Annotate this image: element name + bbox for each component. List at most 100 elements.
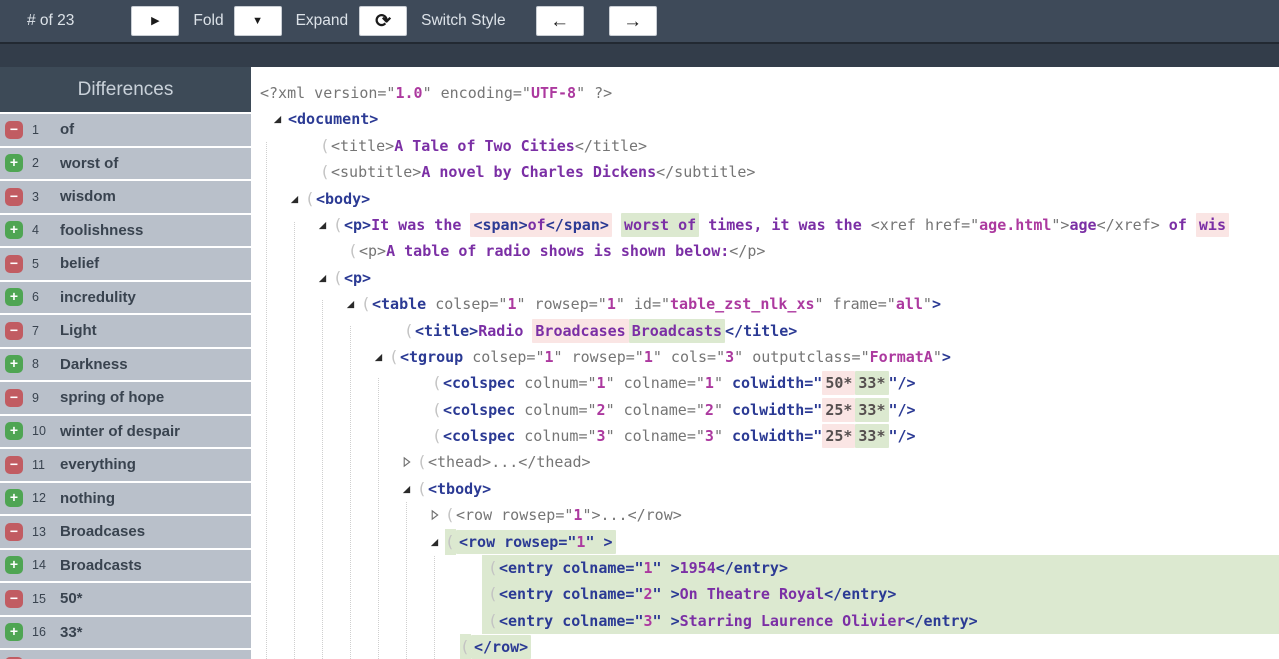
diff-item[interactable]: +2 worst of bbox=[0, 147, 251, 179]
added-text-highlight: 33* bbox=[855, 397, 889, 422]
diff-number: 15 bbox=[32, 591, 46, 606]
fold-button[interactable]: ▶ bbox=[131, 6, 180, 36]
fold-region-mark: ( bbox=[361, 294, 371, 314]
deletion-icon: − bbox=[5, 589, 23, 608]
diff-label: 50* bbox=[60, 590, 83, 608]
code-line: (<thead>...</thead> bbox=[258, 449, 1279, 475]
diff-number: 1 bbox=[32, 122, 39, 137]
diff-item[interactable]: −13 Broadcases bbox=[0, 516, 251, 548]
diff-item[interactable]: +6 incredulity bbox=[0, 281, 251, 313]
collapse-toggle-icon[interactable] bbox=[289, 186, 305, 212]
collapse-toggle-icon[interactable] bbox=[317, 265, 333, 291]
fold-region-mark: ( bbox=[488, 610, 498, 630]
addition-icon: + bbox=[5, 355, 23, 374]
fold-region-mark: ( bbox=[320, 135, 330, 155]
code-line: (<tbody> bbox=[258, 476, 1279, 502]
diff-item[interactable]: +4 foolishness bbox=[0, 214, 251, 246]
deleted-text-highlight: 25* bbox=[822, 397, 856, 422]
diff-item[interactable]: −9 spring of hope bbox=[0, 382, 251, 414]
code-line: (<colspec colnum="3" colname="3" colwidt… bbox=[258, 423, 1279, 449]
fold-region-mark: ( bbox=[460, 634, 471, 659]
diff-item[interactable]: +10 winter of despair bbox=[0, 415, 251, 447]
diff-label: belief bbox=[60, 255, 100, 273]
expand-icon: ▼ bbox=[252, 14, 263, 27]
previous-difference-button[interactable]: ← bbox=[535, 6, 584, 36]
diff-label: Darkness bbox=[60, 355, 128, 373]
diff-item[interactable]: −5 belief bbox=[0, 248, 251, 280]
added-text-highlight: worst of bbox=[620, 212, 700, 237]
deletion-icon: − bbox=[5, 254, 23, 273]
collapse-toggle-icon[interactable] bbox=[317, 212, 333, 238]
expand-toggle-icon[interactable] bbox=[401, 449, 417, 475]
collapse-toggle-icon[interactable] bbox=[373, 344, 389, 370]
deleted-text-highlight: <span>of</span> bbox=[470, 212, 612, 237]
addition-icon: + bbox=[5, 623, 23, 642]
diff-item[interactable]: +14 Broadcasts bbox=[0, 549, 251, 581]
code-line: (<entry colname="1" >1954</entry> bbox=[258, 555, 1279, 582]
added-text-highlight: 33* bbox=[855, 424, 889, 449]
refresh-icon: ⟳ bbox=[375, 10, 392, 32]
diff-item[interactable]: −1 of bbox=[0, 114, 251, 146]
fold-region-mark: ( bbox=[333, 267, 343, 287]
fold-label: Fold bbox=[193, 12, 224, 29]
next-difference-button[interactable]: → bbox=[608, 6, 657, 36]
deletion-icon: − bbox=[5, 120, 23, 139]
diff-number: 12 bbox=[32, 491, 46, 506]
code-line: <document> bbox=[258, 106, 1279, 132]
code-line: (<entry colname="2" >On Theatre Royal</e… bbox=[258, 581, 1279, 608]
fold-region-mark: ( bbox=[488, 558, 498, 578]
secondary-bar bbox=[0, 42, 1279, 67]
diff-label: 33* bbox=[60, 623, 83, 641]
deleted-text-highlight: wis bbox=[1195, 212, 1229, 237]
diff-label: everything bbox=[60, 456, 136, 474]
diff-number: 14 bbox=[32, 558, 46, 573]
expand-label: Expand bbox=[295, 12, 349, 29]
deletion-icon: − bbox=[5, 388, 23, 407]
diff-label: worst of bbox=[60, 154, 119, 172]
fold-region-mark: ( bbox=[305, 188, 315, 208]
fold-region-mark: ( bbox=[404, 320, 414, 340]
diff-item[interactable]: −7 Light bbox=[0, 315, 251, 347]
diff-label: nothing bbox=[60, 489, 115, 507]
diff-number: 10 bbox=[32, 424, 46, 439]
code-line: (<colspec colnum="2" colname="2" colwidt… bbox=[258, 397, 1279, 423]
diff-item[interactable]: −15 50* bbox=[0, 583, 251, 615]
fold-region-mark: ( bbox=[445, 505, 455, 525]
fold-region-mark: ( bbox=[488, 584, 498, 604]
expand-button[interactable]: ▼ bbox=[233, 6, 282, 36]
diff-label: of bbox=[60, 121, 75, 139]
fold-icon: ▶ bbox=[151, 14, 160, 27]
diff-label: spring of hope bbox=[60, 389, 165, 407]
code-line: (<colspec colnum="1" colname="1" colwidt… bbox=[258, 370, 1279, 396]
diff-item[interactable]: +8 Darkness bbox=[0, 348, 251, 380]
code-line: (<body> bbox=[258, 186, 1279, 212]
code-line: (<tgroup colsep="1" rowsep="1" cols="3" … bbox=[258, 344, 1279, 370]
code-line: (<p>It was the <span>of</span> worst of … bbox=[258, 212, 1279, 238]
deleted-text-highlight: 25* bbox=[822, 424, 856, 449]
deletion-icon: − bbox=[5, 187, 23, 206]
addition-icon: + bbox=[5, 221, 23, 240]
diff-item[interactable]: −17 bbox=[0, 650, 251, 659]
diff-item[interactable]: +12 nothing bbox=[0, 482, 251, 514]
expand-toggle-icon[interactable] bbox=[429, 502, 445, 528]
addition-icon: + bbox=[5, 288, 23, 307]
diff-item[interactable]: −11 everything bbox=[0, 449, 251, 481]
code-line: (</row> bbox=[258, 634, 1279, 659]
collapse-toggle-icon[interactable] bbox=[429, 529, 445, 555]
collapse-toggle-icon[interactable] bbox=[401, 476, 417, 502]
differences-sidebar: Differences −1 of +2 worst of −3 wisdom +4 fool… bbox=[0, 67, 251, 659]
deleted-text-highlight: 50* bbox=[822, 371, 856, 396]
collapse-toggle-icon[interactable] bbox=[272, 106, 288, 132]
code-line: (<p>A table of radio shows is shown belo… bbox=[258, 238, 1279, 264]
diff-number: 6 bbox=[32, 290, 39, 305]
diff-item[interactable]: −3 wisdom bbox=[0, 181, 251, 213]
fold-region-mark: ( bbox=[348, 241, 358, 261]
switch-style-button[interactable]: ⟳ bbox=[359, 6, 408, 36]
collapse-toggle-icon[interactable] bbox=[345, 291, 361, 317]
diff-label: winter of despair bbox=[60, 422, 181, 440]
added-text-highlight: 33* bbox=[855, 371, 889, 396]
deletion-icon: − bbox=[5, 522, 23, 541]
main-content: Differences −1 of +2 worst of −3 wisdom +4 fool… bbox=[0, 67, 1279, 659]
diff-item[interactable]: +16 33* bbox=[0, 616, 251, 648]
diff-number: 3 bbox=[32, 189, 39, 204]
